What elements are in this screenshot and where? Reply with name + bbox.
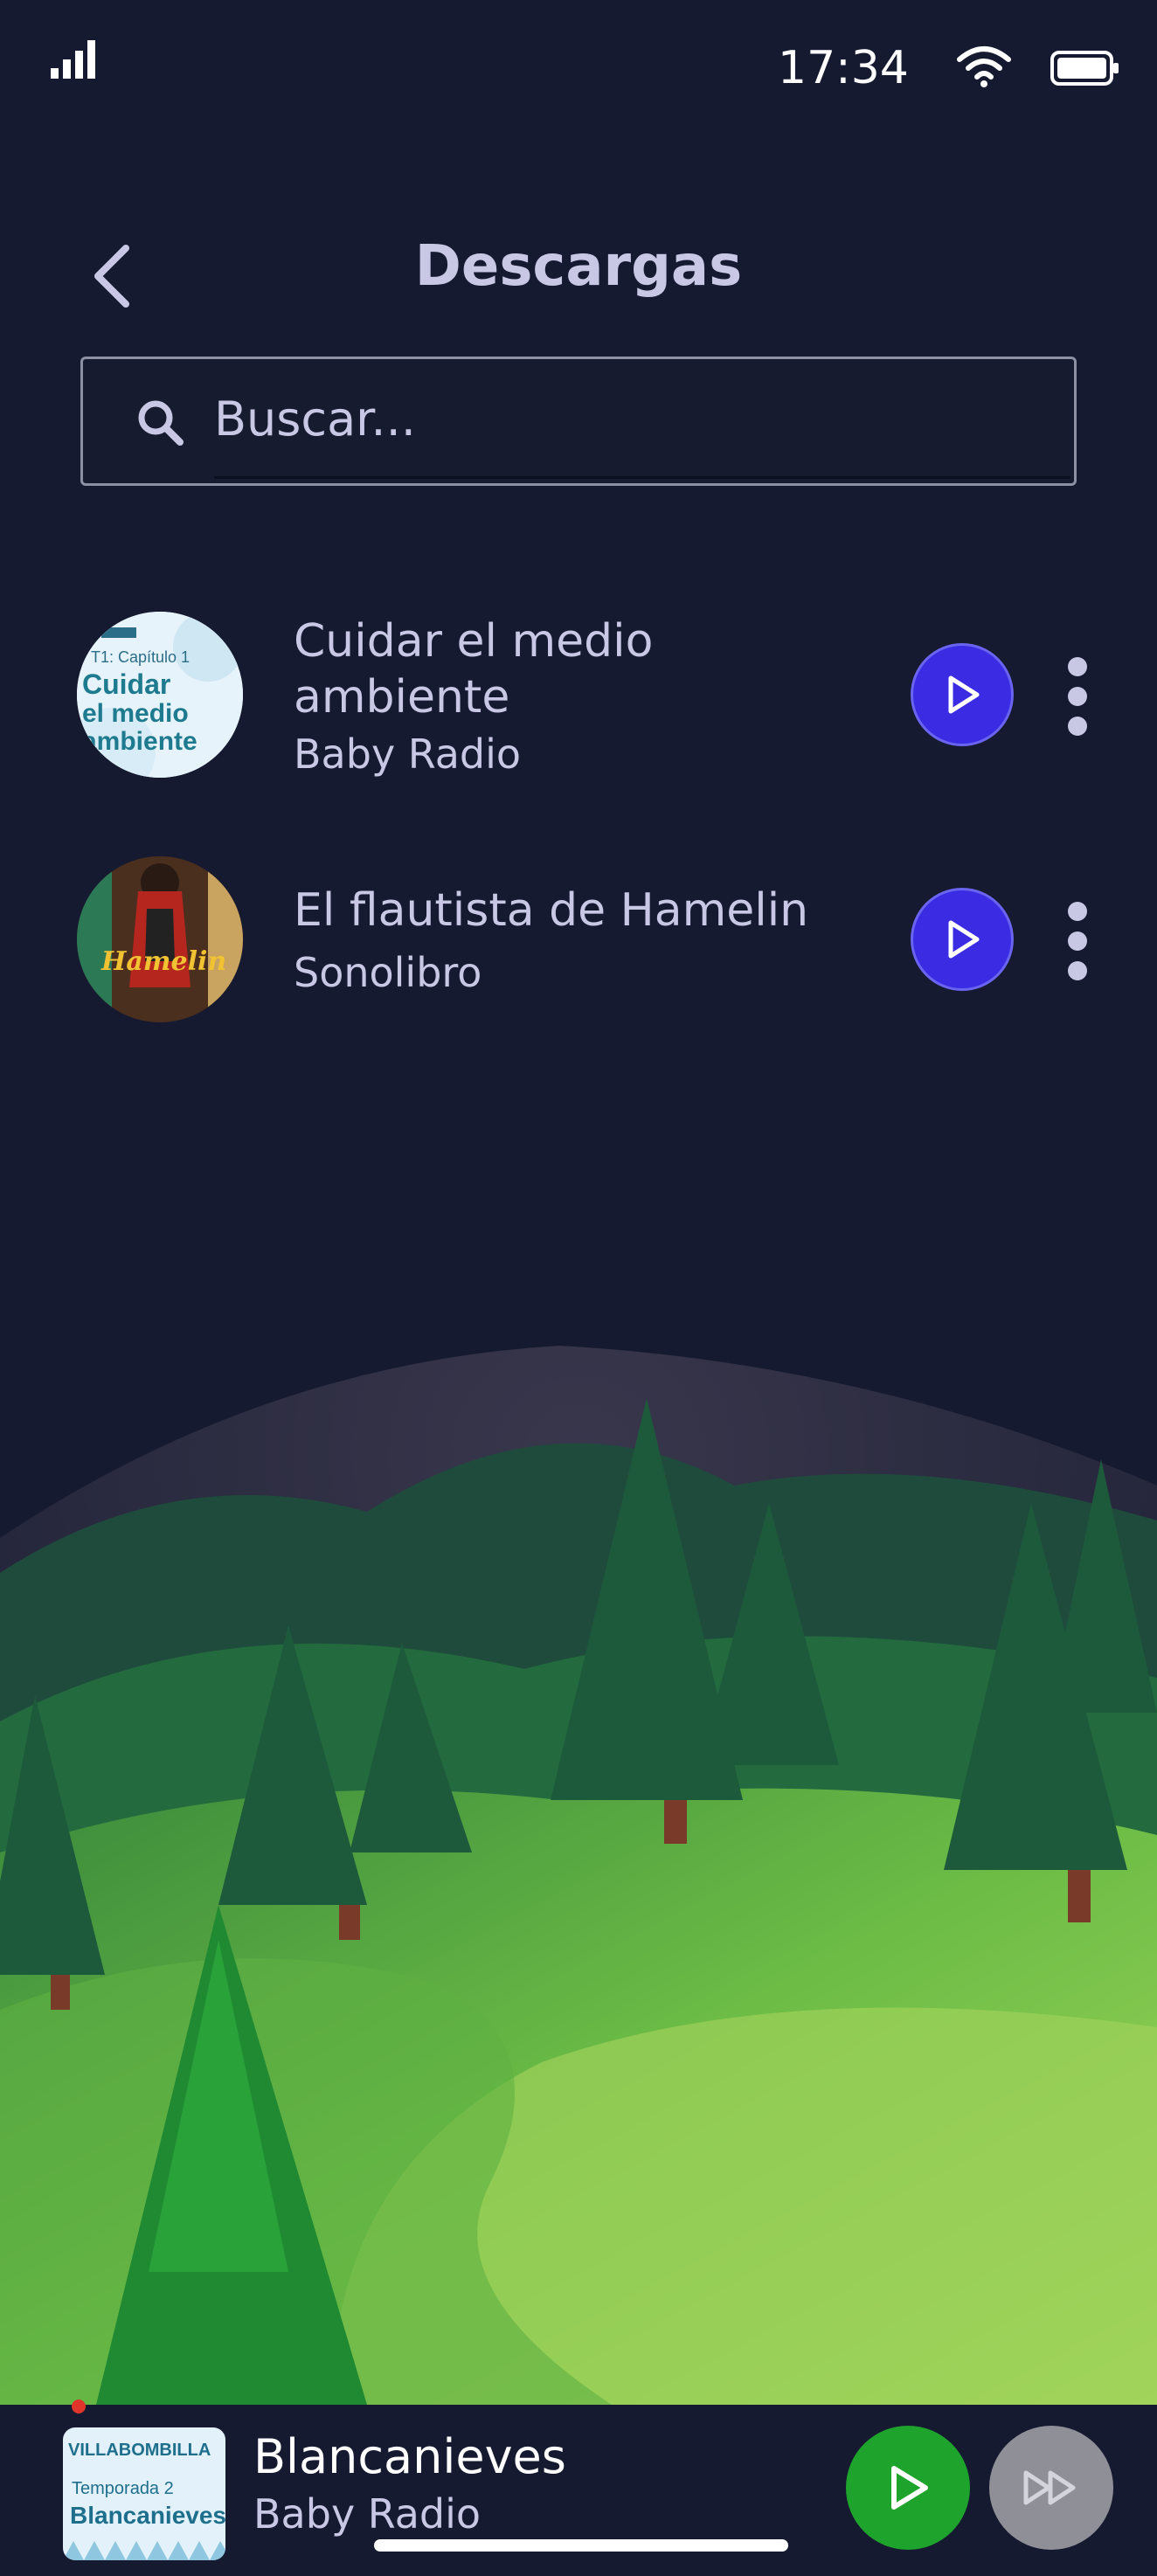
search-icon (138, 400, 184, 446)
play-icon (948, 920, 980, 959)
play-icon (891, 2466, 928, 2510)
episode-thumbnail: T1: Capítulo 1 Cuidar el medio ambiente (77, 612, 243, 778)
page-title: Descargas (414, 234, 743, 299)
svg-text:Cuidar: Cuidar (82, 668, 170, 700)
episode-thumbnail: Hamelin (77, 856, 243, 1022)
episode-title: El flautista de Hamelin (294, 884, 809, 937)
play-icon (948, 675, 980, 714)
forest-background (0, 1311, 1157, 2405)
svg-text:Hamelin: Hamelin (100, 946, 226, 977)
svg-text:ambiente: ambiente (82, 727, 197, 756)
home-indicator (374, 2539, 788, 2552)
skip-forward-button[interactable] (989, 2426, 1113, 2550)
episode-title: Cuidar el medio ambiente (294, 615, 654, 724)
svg-text:Blancanieves: Blancanieves (70, 2502, 225, 2529)
wifi-icon (957, 46, 1011, 87)
episode-channel: Sonolibro (294, 949, 482, 996)
now-playing-thumbnail: VILLABOMBILLA Temporada 2 Blancanieves (63, 2427, 225, 2560)
more-options-icon[interactable] (1068, 657, 1089, 746)
signal-icon (51, 40, 95, 79)
play-button[interactable] (911, 643, 1014, 746)
thumb-chapter: T1: Capítulo 1 (91, 648, 190, 666)
mini-player-dot (72, 2399, 86, 2413)
status-time: 17:34 (778, 42, 909, 94)
search-input[interactable]: Buscar... (214, 391, 416, 447)
fast-forward-icon (1023, 2470, 1076, 2505)
battery-icon (1050, 51, 1119, 86)
svg-text:Temporada 2: Temporada 2 (72, 2479, 174, 2498)
search-underline (214, 476, 1070, 479)
play-button[interactable] (911, 888, 1014, 991)
svg-text:VILLABOMBILLA: VILLABOMBILLA (68, 2441, 211, 2460)
now-playing-title: Blancanieves (253, 2429, 566, 2484)
svg-text:el medio: el medio (82, 699, 189, 728)
mini-play-button[interactable] (846, 2426, 970, 2550)
more-options-icon[interactable] (1068, 902, 1089, 991)
now-playing-channel: Baby Radio (253, 2490, 482, 2538)
episode-channel: Baby Radio (294, 731, 522, 778)
